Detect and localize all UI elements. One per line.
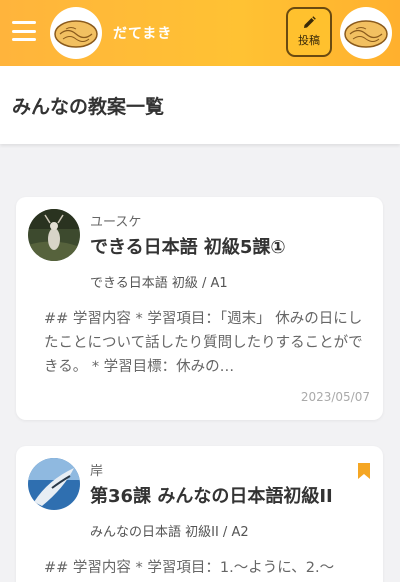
author-avatar — [28, 458, 80, 510]
author-name: 岸 — [90, 464, 104, 479]
brand-logo[interactable] — [50, 7, 102, 59]
author-name: ユースケ — [90, 215, 142, 230]
post-button-label: 投稿 — [298, 34, 320, 47]
post-date: 2023/05/07 — [300, 390, 370, 404]
lesson-card[interactable]: ユースケ できる日本語 初級5課① できる日本語 初級 / A1 ## 学習内容… — [16, 197, 383, 420]
lesson-meta: みんなの日本語 初級II / A2 — [90, 525, 249, 540]
lesson-excerpt: ## 学習内容 * 学習項目：1.～ように、2.～ — [44, 560, 335, 576]
pencil-icon — [304, 16, 316, 28]
page-title: みんなの教案一覧 — [12, 96, 165, 118]
hamburger-icon[interactable] — [12, 21, 36, 41]
lesson-excerpt: ## 学習内容 * 学習項目：「週末」 休みの日にしたことについて話したり質問し… — [44, 311, 363, 375]
brand-name: だてまき — [113, 26, 173, 42]
app-header: だてまき 投稿 — [0, 0, 400, 66]
lesson-meta: できる日本語 初級 / A1 — [90, 276, 228, 291]
post-button[interactable]: 投稿 — [286, 7, 332, 57]
bookmark-icon[interactable] — [357, 462, 371, 480]
lesson-title: 第36課 みんなの日本語初級II — [90, 486, 333, 507]
lesson-card[interactable]: 岸 第36課 みんなの日本語初級II みんなの日本語 初級II / A2 ## … — [16, 446, 383, 582]
user-avatar[interactable] — [340, 7, 392, 59]
lesson-title: できる日本語 初級5課① — [90, 237, 286, 258]
page-title-bar: みんなの教案一覧 — [0, 66, 400, 144]
author-avatar — [28, 209, 80, 261]
